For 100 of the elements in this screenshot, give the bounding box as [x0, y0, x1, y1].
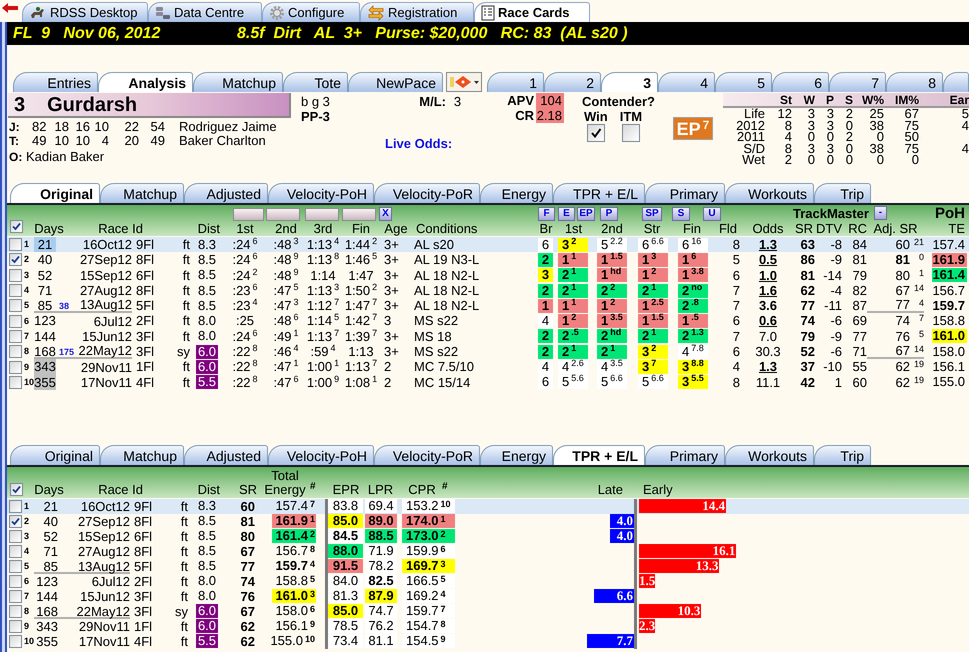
table-cell-text: 8.0	[196, 329, 218, 344]
tab[interactable]: Data Centre	[148, 2, 262, 22]
table-cell: 1	[538, 298, 553, 313]
checkbox[interactable]	[9, 376, 22, 389]
checkbox[interactable]	[9, 590, 22, 603]
checkbox[interactable]	[9, 560, 22, 573]
blank-button[interactable]	[266, 208, 300, 221]
tab[interactable]: Energy	[480, 183, 553, 203]
table-row[interactable]: 9 343 29Nov11 1Fl ft 6.0 :22$^{8}$ :47$^{1}$ 1:00$^{1}$ 1:13$^{7}$ 2 MC 7.5/10 4 4$^{2.6}$ 4$^{3.5}$ 3$^{7}$ 3$^{8.8}$ 4 1.3 37 -10 55 62 19 156.1	[7, 359, 969, 375]
blank-button[interactable]	[233, 208, 264, 221]
tab[interactable]: Trip	[814, 444, 871, 465]
table-cell: 161.9	[932, 252, 967, 267]
checkbox[interactable]	[9, 604, 22, 618]
pace-button[interactable]: F	[538, 207, 555, 221]
table-row[interactable]: 4 71 27Aug12 8Fl ft 8.5 :23$^{6}$ :47$^{5}$ 1:13$^{3}$ 1:50$^{2}$ 3+ AL 18 N2-L 2 2$^{1}$ 2$^{2}$ 2$^{1}$ 2$^{no}$ 7 1.6 62 -4 82 67 14 156.7	[7, 282, 969, 298]
tab[interactable]: 8	[886, 72, 943, 92]
tab[interactable]: Workouts	[725, 444, 814, 465]
tab[interactable]: TPR + E/L	[553, 444, 645, 465]
tab[interactable]: Workouts	[725, 183, 814, 203]
table-cell-text: 84	[852, 236, 867, 254]
checkbox[interactable]	[9, 544, 22, 558]
checkbox[interactable]	[586, 124, 605, 142]
tab[interactable]: Primary	[645, 444, 725, 465]
tab[interactable]: Race Cards	[474, 2, 590, 22]
collapse-button[interactable]: -	[874, 206, 887, 220]
table-row[interactable]: 5 85 38 13Aug12 5Fl ft 8.5 :23$^{4}$ :47$^{3}$ 1:12$^{7}$ 1:47$^{7}$ 3+ AL 18 N2-L 1 1$^{1}$ 1$^{2}$ 1$^{2.5}$ 2$^{.8}$ 7 3.6 77 -11 87 77 4 159.7	[7, 298, 969, 314]
table-row[interactable]: 6 123 6Jul12 2Fl ft 8.0 :25 :48$^{6}$ 1:14$^{5}$ 1:42$^{7}$ 3 MS s22 4 1$^{2}$ 1$^{3.5}$ 1$^{1.5}$ 1$^{.5}$ 6 0.6 74 -6 69 74 7 158.8	[7, 313, 969, 329]
tab[interactable]: 6	[772, 72, 829, 92]
tab[interactable]: Original	[10, 183, 100, 203]
table-cell: 4	[538, 360, 553, 374]
tab[interactable]: Matchup	[193, 72, 283, 92]
checkbox[interactable]	[9, 360, 22, 374]
checkbox[interactable]	[10, 220, 23, 233]
table-row[interactable]: 3 52 15Sep12 6Fl ft 8.5 :24$^{2}$ :48$^{9}$ 1:14 1:47 3+ AL 18 N2-L 3 2$^{1}$ 1$^{hd}$ 1$^{2}$ 1$^{3.8}$ 6 1.0 81 -14 79 80 1 161.4	[7, 268, 969, 283]
table-row[interactable]: 2 40 27Sep12 8Fl ft 8.5 :24$^{6}$ :48$^{9}$ 1:13$^{8}$ 1:46$^{5}$ 3+ AL 19 N3-L 2 1$^{1}$ 1$^{1.5}$ 1$^{3}$ 1$^{6}$ 5 0.5 86 -9 81 81 0 161.9	[7, 252, 969, 268]
dropdown-button[interactable]	[446, 72, 482, 92]
table-cell-text: 1.3	[758, 358, 778, 376]
column-header: Str	[642, 221, 662, 236]
tab[interactable]: Matchup	[100, 444, 184, 465]
checkbox[interactable]	[9, 314, 22, 328]
tab[interactable]: Adjusted	[184, 183, 268, 203]
checkbox[interactable]	[9, 253, 22, 266]
pace-button[interactable]: SP	[642, 207, 662, 221]
tab[interactable]: Trip	[814, 183, 871, 203]
tab[interactable]: Velocity-PoR	[374, 444, 480, 465]
table-row[interactable]: 8 168 175 22May12 3Fl sy 6.0 :22$^{8}$ :46$^{4}$ :59$^{4}$ 1:13 3+ MS s22 2 2$^{1}$ 2$^{1}$ 3$^{2}$ 4$^{7.8}$ 6 30.3 52 -6 71 67 14 158.0	[7, 344, 969, 360]
tab[interactable]: 4	[658, 72, 715, 92]
table-cell-text: 1:46$^{5}$	[344, 250, 378, 270]
blank-button[interactable]	[305, 208, 339, 221]
checkbox[interactable]	[9, 268, 22, 282]
tab[interactable]: Registration	[360, 2, 474, 22]
tab[interactable]: Entries	[13, 72, 98, 92]
tab[interactable]: Tote	[283, 72, 348, 92]
person-name: Baker Charlton	[179, 134, 266, 148]
checkbox[interactable]	[9, 574, 22, 588]
pace-button[interactable]: EP	[577, 207, 595, 221]
pace-button[interactable]: S	[672, 207, 690, 221]
back-arrow-icon[interactable]	[2, 3, 18, 13]
checkbox[interactable]	[9, 634, 22, 648]
table-row[interactable]: 7 144 15Jun12 3Fl ft 8.0 :24$^{6}$ :49$^{1}$ 1:13$^{7}$ 1:39$^{7}$ 3+ MS 18 2 2$^{.5}$ 2$^{hd}$ 2$^{1}$ 2$^{1.3}$ 7 7.0 79 -9 77 76 5 161.0	[7, 328, 969, 344]
tab[interactable]: TPR + E/L	[553, 183, 645, 203]
checkbox[interactable]	[622, 124, 640, 142]
tab[interactable]: Adjusted	[184, 444, 268, 465]
tab[interactable]: Energy	[480, 444, 553, 465]
pace-button[interactable]: U	[703, 207, 721, 221]
tab[interactable]: 5	[715, 72, 772, 92]
tab[interactable]: RDSS Desktop	[22, 2, 148, 22]
tab[interactable]: Analysis	[98, 72, 193, 92]
tab[interactable]: Matchup	[100, 183, 184, 203]
table-cell: 144	[34, 328, 56, 344]
tab[interactable]: Original	[10, 444, 100, 465]
rank-label: 1	[440, 514, 446, 524]
checkbox[interactable]	[10, 482, 23, 496]
tab[interactable]: Primary	[645, 183, 725, 203]
checkbox[interactable]	[9, 620, 22, 633]
blank-button[interactable]	[342, 208, 376, 221]
tab[interactable]: Velocity-PoR	[374, 183, 480, 203]
checkbox[interactable]	[9, 530, 22, 543]
tab[interactable]	[943, 72, 969, 92]
tab[interactable]: Velocity-PoH	[268, 183, 374, 203]
checkbox[interactable]	[9, 514, 22, 528]
clear-button[interactable]: X	[379, 207, 392, 221]
tab[interactable]: 3	[601, 72, 658, 92]
table-cell-text: 9Fl	[135, 236, 156, 254]
tab[interactable]: 7	[829, 72, 886, 92]
table-cell: 6.0	[196, 360, 218, 374]
checkbox[interactable]	[9, 284, 22, 298]
tab[interactable]: 2	[544, 72, 601, 92]
checkbox[interactable]	[9, 330, 22, 343]
tab[interactable]: 1	[487, 72, 544, 92]
checkbox[interactable]	[9, 238, 22, 252]
checkbox[interactable]	[9, 500, 22, 513]
pace-button[interactable]: E	[558, 207, 575, 221]
tab[interactable]: Configure	[262, 2, 360, 22]
pace-button[interactable]: P	[600, 207, 618, 221]
tab[interactable]: Velocity-PoH	[268, 444, 374, 465]
table-row[interactable]: 1 21 16Oct12 9Fl ft 8.3 :24$^{6}$ :48$^{3}$ 1:13$^{4}$ 1:44$^{2}$ 3+ AL s20 6 3$^{2}$ 5$^{2.2}$ 6$^{6.6}$ 6$^{16}$ 8 1.3 63 -8 84 60 21 157.4	[7, 237, 969, 252]
checkbox[interactable]	[9, 345, 22, 358]
checkbox[interactable]	[9, 299, 22, 312]
tab[interactable]: NewPace	[348, 72, 443, 92]
